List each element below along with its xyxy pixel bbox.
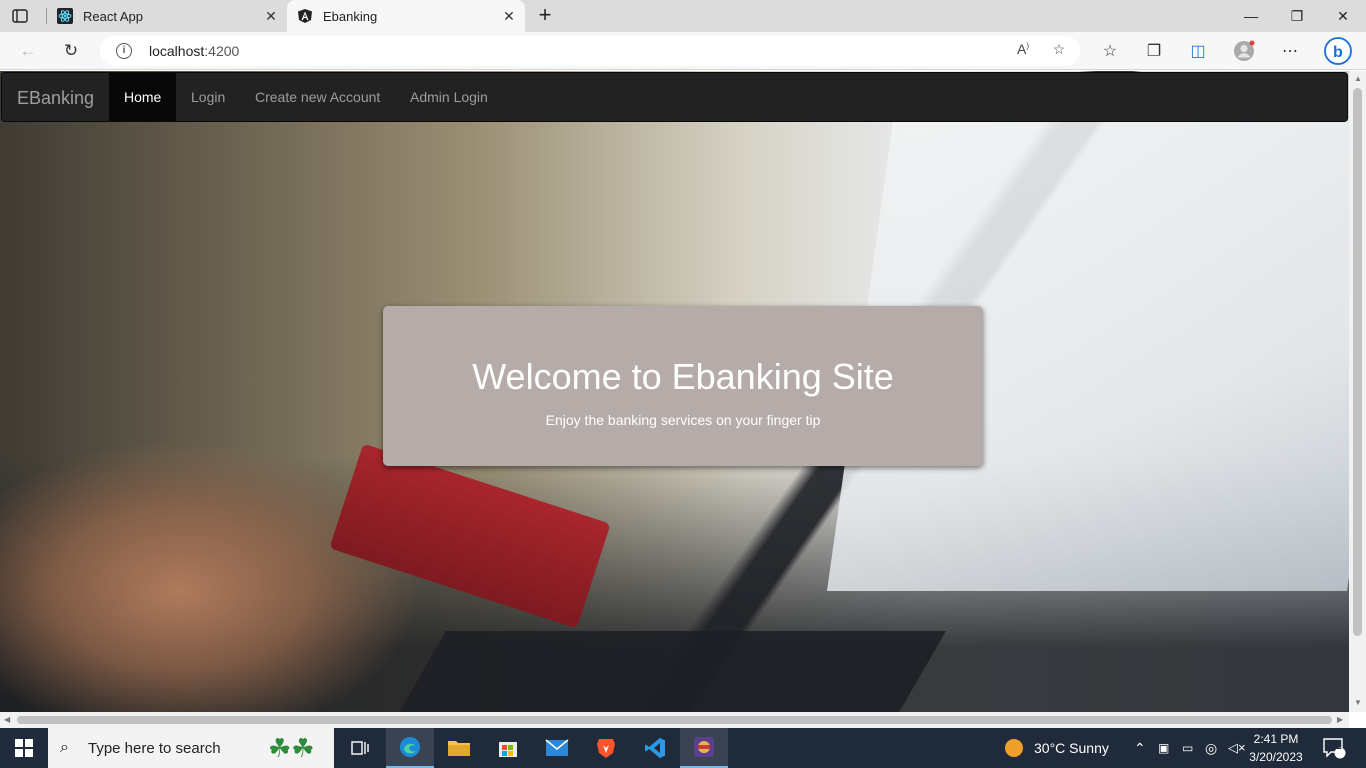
tab-react-app[interactable]: React App ✕ [47, 0, 287, 32]
tab-title: Ebanking [323, 8, 378, 24]
edge-bar-icon[interactable]: ◫ [1186, 39, 1210, 63]
nav-login[interactable]: Login [176, 73, 240, 121]
vscode-icon[interactable] [631, 728, 679, 768]
file-explorer-icon[interactable] [435, 728, 483, 768]
tab-actions-icon[interactable] [10, 7, 30, 25]
weather-widget[interactable]: 30°C Sunny [1003, 728, 1109, 768]
horizontal-scroll-thumb[interactable] [17, 716, 1332, 724]
react-icon [57, 8, 73, 24]
vertical-scrollbar[interactable]: ▲ ▼ [1349, 71, 1366, 712]
browser-tab-strip: React App ✕ Ebanking ✕ + — ❐ ✕ [0, 0, 1366, 32]
hero-subtitle: Enjoy the banking services on your finge… [545, 412, 821, 428]
credit-card-image [329, 443, 611, 629]
collections-icon[interactable]: ❐ [1142, 39, 1166, 63]
add-favorite-icon[interactable]: ☆ [1048, 41, 1070, 61]
search-icon: ⌕ [60, 739, 69, 756]
notification-count: 2 [1336, 741, 1342, 752]
scroll-right-icon[interactable]: ▶ [1337, 715, 1343, 724]
taskbar-clock[interactable]: 2:41 PM 3/20/2023 [1240, 730, 1312, 766]
clover-icon: ☘☘ [268, 733, 315, 763]
url-text[interactable]: localhost:4200 [149, 43, 239, 59]
clock-date: 3/20/2023 [1249, 750, 1303, 764]
welcome-jumbotron: Welcome to Ebanking Site Enjoy the banki… [383, 306, 983, 466]
notifications-icon[interactable]: 2 [1322, 728, 1346, 768]
edge-app-icon[interactable] [386, 728, 434, 768]
tab-ebanking[interactable]: Ebanking ✕ [287, 0, 525, 32]
meet-now-icon[interactable]: ▣ [1158, 728, 1169, 768]
info-icon[interactable]: i [116, 43, 132, 59]
profile-avatar-icon[interactable] [1232, 39, 1256, 63]
search-placeholder: Type here to search [88, 740, 221, 757]
sun-icon [1005, 739, 1023, 757]
horizontal-scrollbar[interactable]: ◀ ▶ [0, 712, 1349, 728]
nav-home[interactable]: Home [109, 73, 177, 121]
restore-button[interactable]: ❐ [1274, 0, 1320, 32]
vertical-scroll-thumb[interactable] [1353, 88, 1362, 636]
site-navbar: EBanking Home Login Create new Account A… [1, 72, 1348, 122]
new-tab-button[interactable]: + [534, 4, 556, 27]
navbar-brand[interactable]: EBanking [17, 73, 94, 123]
address-bar[interactable]: i localhost:4200 A) ☆ [100, 36, 1080, 66]
more-options-icon[interactable]: ⋯ [1278, 39, 1302, 63]
close-window-button[interactable]: ✕ [1320, 0, 1366, 32]
scroll-down-icon[interactable]: ▼ [1354, 698, 1362, 707]
minimize-button[interactable]: — [1228, 0, 1274, 32]
refresh-icon[interactable]: ↻ [58, 39, 84, 63]
close-icon[interactable]: ✕ [263, 8, 279, 24]
brave-browser-icon[interactable] [582, 728, 630, 768]
weather-text: 30°C Sunny [1034, 740, 1109, 756]
bing-icon[interactable]: b [1324, 37, 1352, 65]
scroll-left-icon[interactable]: ◀ [4, 715, 10, 724]
scroll-up-icon[interactable]: ▲ [1354, 74, 1362, 83]
game-app-icon[interactable] [680, 728, 728, 768]
battery-icon[interactable]: ▭ [1182, 728, 1193, 768]
close-icon[interactable]: ✕ [501, 8, 517, 24]
keyboard-image [394, 631, 946, 712]
nav-admin-login[interactable]: Admin Login [395, 73, 503, 121]
windows-start-icon[interactable] [0, 728, 48, 768]
clock-time: 2:41 PM [1253, 732, 1299, 746]
angular-icon [297, 8, 313, 24]
network-globe-icon[interactable]: ◎ [1205, 728, 1217, 768]
nav-create-account[interactable]: Create new Account [240, 73, 395, 121]
taskbar-search[interactable]: ⌕ Type here to search ☘☘ [48, 728, 334, 768]
tab-title: React App [83, 8, 143, 24]
task-view-icon[interactable] [336, 728, 384, 768]
microsoft-store-icon[interactable] [484, 728, 532, 768]
read-aloud-icon[interactable]: A) [1012, 41, 1034, 61]
page-viewport: EBanking Home Login Create new Account A… [0, 71, 1349, 712]
hero-title: Welcome to Ebanking Site [472, 356, 894, 397]
back-icon[interactable]: ← [15, 39, 41, 63]
favorites-icon[interactable]: ☆ [1098, 39, 1122, 63]
taskbar: ⌕ Type here to search ☘☘ 30°C Sunny ⌃ ▣ … [0, 728, 1366, 768]
show-hidden-icons[interactable]: ⌃ [1134, 728, 1146, 768]
browser-toolbar: ← ↻ i localhost:4200 A) ☆ ☆ ❐ ◫ ⋯ b [0, 32, 1366, 70]
svg-text:b: b [1333, 44, 1343, 61]
mail-icon[interactable] [533, 728, 581, 768]
